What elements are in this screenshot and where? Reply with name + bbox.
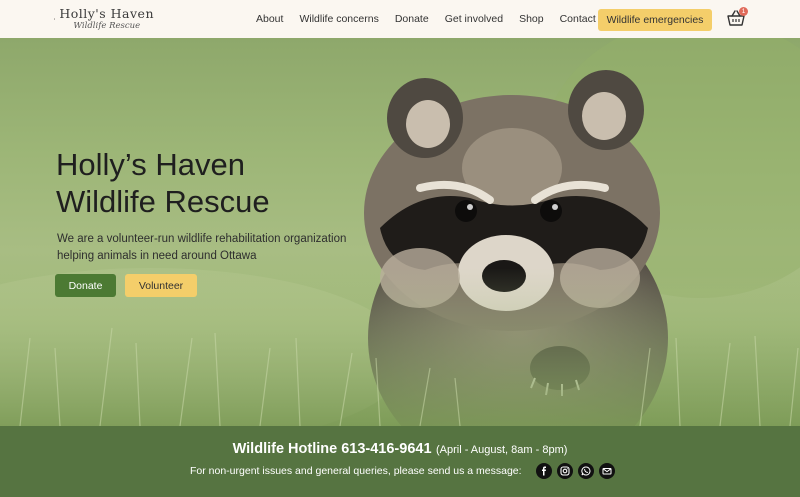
nav-link-shop[interactable]: Shop: [519, 13, 544, 25]
site-header: Holly's Haven Wildlife Rescue About Wild…: [0, 0, 800, 38]
cart-count-badge: 1: [739, 7, 748, 16]
message-line: For non-urgent issues and general querie…: [190, 462, 615, 480]
hotline-number[interactable]: Wildlife Hotline 613-416-9641: [233, 441, 432, 457]
hero-section: Holly’s Haven Wildlife Rescue We are a v…: [0, 38, 800, 426]
hero-title-line2: Wildlife Rescue: [56, 184, 270, 219]
wildlife-emergencies-button[interactable]: Wildlife emergencies: [598, 9, 712, 31]
brand-name: Holly's Haven: [59, 5, 154, 21]
facebook-icon[interactable]: [535, 463, 552, 479]
hero-title-line1: Holly’s Haven: [56, 147, 245, 182]
raccoon-logo-icon: [54, 18, 56, 20]
nav-link-wildlife-concerns[interactable]: Wildlife concerns: [299, 13, 378, 25]
nav-link-get-involved[interactable]: Get involved: [445, 13, 503, 25]
message-text: For non-urgent issues and general querie…: [190, 465, 522, 477]
logo[interactable]: Holly's Haven Wildlife Rescue: [54, 2, 154, 36]
main-nav: About Wildlife concerns Donate Get invol…: [256, 0, 610, 38]
hotline-bar: Wildlife Hotline 613-416-9641 (April - A…: [0, 426, 800, 497]
donate-button[interactable]: Donate: [55, 274, 116, 297]
nav-link-about[interactable]: About: [256, 13, 283, 25]
email-icon[interactable]: [598, 463, 615, 479]
social-links: [531, 463, 615, 479]
cart-button[interactable]: 1: [727, 7, 748, 28]
hotline-line: Wildlife Hotline 613-416-9641 (April - A…: [0, 440, 800, 458]
hotline-hours: (April - August, 8am - 8pm): [435, 444, 568, 456]
volunteer-button[interactable]: Volunteer: [125, 274, 197, 297]
hero-description: We are a volunteer-run wildlife rehabili…: [57, 233, 347, 262]
brand-tagline: Wildlife Rescue: [73, 21, 141, 31]
whatsapp-icon[interactable]: [577, 463, 594, 479]
nav-link-donate[interactable]: Donate: [395, 13, 429, 25]
hero-title: Holly’s Haven Wildlife Rescue: [56, 146, 356, 220]
instagram-icon[interactable]: [556, 463, 573, 479]
